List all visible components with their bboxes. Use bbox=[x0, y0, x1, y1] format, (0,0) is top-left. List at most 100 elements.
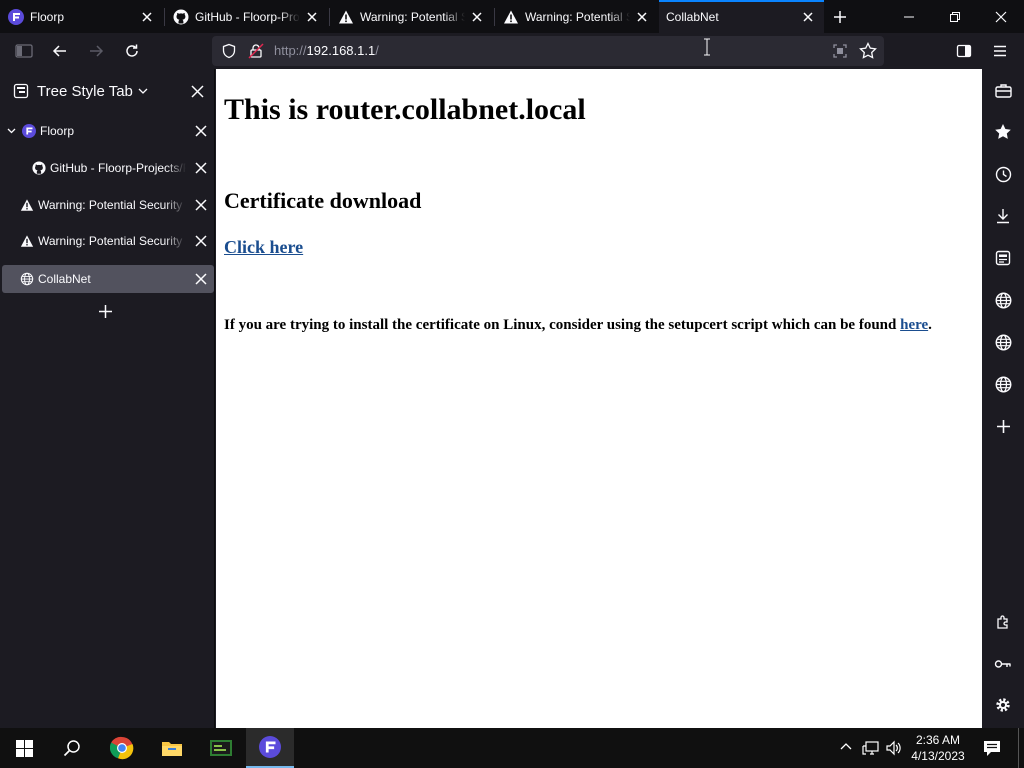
tree-item-floorp[interactable]: Floorp bbox=[2, 117, 214, 145]
sidebar-panel-button[interactable] bbox=[950, 37, 978, 65]
page-content: This is router.collabnet.local Certifica… bbox=[216, 69, 982, 728]
sidebar-icon bbox=[15, 44, 33, 58]
floorp-logo-icon bbox=[8, 8, 24, 25]
close-icon[interactable] bbox=[139, 9, 155, 25]
tree-style-tab-icon bbox=[13, 83, 29, 99]
notes-button[interactable] bbox=[993, 248, 1013, 268]
key-icon bbox=[994, 660, 1011, 668]
web-panel-2-button[interactable] bbox=[993, 332, 1013, 352]
tree-item-warning-1[interactable]: Warning: Potential Security Risk Ahead bbox=[2, 191, 214, 219]
extensions-button[interactable] bbox=[993, 612, 1013, 632]
url-bar[interactable]: http://192.168.1.1/ bbox=[212, 36, 884, 66]
tab-collabnet[interactable]: CollabNet bbox=[659, 0, 824, 33]
globe-icon bbox=[995, 292, 1011, 308]
url-text[interactable]: http://192.168.1.1/ bbox=[274, 43, 379, 58]
start-button[interactable] bbox=[0, 728, 48, 768]
network-icon[interactable] bbox=[862, 740, 880, 756]
sidebar-title[interactable]: Tree Style Tab bbox=[37, 83, 133, 100]
tree-item-collabnet[interactable]: CollabNet bbox=[2, 265, 214, 293]
floorp-taskbar-button[interactable] bbox=[246, 728, 294, 768]
tab-title: Warning: Potential Security Risk Ahead bbox=[360, 9, 465, 24]
tree-item-label: Floorp bbox=[40, 124, 75, 138]
tree-item-label: Warning: Potential Security Risk Ahead bbox=[38, 234, 186, 248]
clock-icon bbox=[995, 166, 1011, 182]
search-icon bbox=[63, 740, 80, 757]
floorp-logo-icon bbox=[22, 124, 36, 138]
reload-button[interactable] bbox=[118, 37, 146, 65]
app-menu-button[interactable] bbox=[986, 37, 1014, 65]
plus-icon bbox=[834, 10, 846, 23]
warning-icon bbox=[20, 235, 34, 247]
chrome-icon bbox=[110, 736, 134, 760]
close-icon[interactable] bbox=[190, 84, 205, 99]
globe-icon bbox=[995, 334, 1011, 350]
sidebar-panel-icon bbox=[956, 44, 972, 58]
forward-arrow-icon bbox=[90, 45, 104, 57]
history-button[interactable] bbox=[993, 164, 1013, 184]
tab-github[interactable]: GitHub - Floorp-Projects/Floorp bbox=[165, 0, 328, 33]
chrome-taskbar-button[interactable] bbox=[98, 728, 146, 768]
close-icon[interactable] bbox=[800, 9, 816, 25]
bookmarks-button[interactable] bbox=[993, 122, 1013, 142]
setupcert-script-link[interactable]: here bbox=[900, 317, 928, 333]
forward-button[interactable] bbox=[82, 37, 110, 65]
tab-warning-1[interactable]: Warning: Potential Security Risk Ahead bbox=[330, 0, 493, 33]
close-icon[interactable] bbox=[194, 272, 208, 286]
tab-strip: Floorp GitHub - Floorp-Projects/Floorp W… bbox=[0, 0, 1024, 33]
navigation-toolbar: http://192.168.1.1/ bbox=[0, 33, 1024, 69]
tree-item-warning-2[interactable]: Warning: Potential Security Risk Ahead bbox=[2, 227, 214, 255]
tab-floorp[interactable]: Floorp bbox=[0, 0, 163, 33]
settings-button[interactable] bbox=[993, 695, 1013, 715]
bookmark-star-icon[interactable] bbox=[859, 42, 877, 60]
tree-item-github[interactable]: GitHub - Floorp-Projects/Floorp bbox=[2, 154, 214, 182]
file-explorer-taskbar-button[interactable] bbox=[148, 728, 196, 768]
search-button[interactable] bbox=[48, 728, 96, 768]
star-icon bbox=[995, 124, 1011, 139]
system-clock[interactable]: 2:36 AM 4/13/2023 bbox=[906, 732, 970, 764]
sidebar-toggle-button[interactable] bbox=[10, 37, 38, 65]
passwords-button[interactable] bbox=[993, 654, 1013, 674]
toolbox-button[interactable] bbox=[993, 80, 1013, 100]
close-icon[interactable] bbox=[194, 124, 208, 138]
warning-icon bbox=[339, 10, 353, 23]
twisty-expanded-icon[interactable] bbox=[7, 127, 16, 135]
close-icon[interactable] bbox=[194, 234, 208, 248]
windows-taskbar: 2:36 AM 4/13/2023 bbox=[0, 728, 1024, 768]
notification-icon[interactable] bbox=[983, 740, 1001, 757]
restore-button[interactable] bbox=[932, 0, 978, 33]
show-desktop-divider[interactable] bbox=[1018, 728, 1019, 768]
close-icon[interactable] bbox=[469, 9, 485, 25]
close-window-button[interactable] bbox=[978, 0, 1024, 33]
close-icon[interactable] bbox=[304, 9, 320, 25]
tab-title: CollabNet bbox=[666, 9, 719, 24]
insecure-lock-icon[interactable] bbox=[248, 43, 264, 59]
terminal-taskbar-button[interactable] bbox=[197, 728, 245, 768]
reader-view-icon[interactable] bbox=[832, 43, 848, 59]
minimize-button[interactable] bbox=[886, 0, 932, 33]
close-icon[interactable] bbox=[634, 9, 650, 25]
floorp-logo-icon bbox=[259, 736, 281, 758]
chevron-up-icon[interactable] bbox=[840, 742, 852, 752]
certificate-download-link[interactable]: Click here bbox=[224, 237, 303, 258]
tree-item-label: Warning: Potential Security Risk Ahead bbox=[38, 198, 186, 212]
clock-date: 4/13/2023 bbox=[911, 749, 965, 763]
linux-note-text: If you are trying to install the certifi… bbox=[224, 317, 897, 333]
tab-title: GitHub - Floorp-Projects/Floorp bbox=[195, 9, 300, 24]
web-panel-1-button[interactable] bbox=[993, 290, 1013, 310]
terminal-icon bbox=[210, 740, 232, 756]
close-icon[interactable] bbox=[194, 161, 208, 175]
shield-icon[interactable] bbox=[221, 43, 237, 59]
downloads-button[interactable] bbox=[993, 206, 1013, 226]
certificate-heading: Certificate download bbox=[224, 188, 422, 213]
tab-warning-2[interactable]: Warning: Potential Security Risk Ahead bbox=[495, 0, 658, 33]
back-button[interactable] bbox=[46, 37, 74, 65]
notes-icon bbox=[995, 250, 1011, 266]
close-icon[interactable] bbox=[194, 198, 208, 212]
add-panel-button[interactable] bbox=[993, 416, 1013, 436]
new-tab-plus-icon[interactable] bbox=[98, 304, 113, 319]
volume-icon[interactable] bbox=[885, 740, 903, 756]
web-panel-3-button[interactable] bbox=[993, 374, 1013, 394]
new-tab-button[interactable] bbox=[826, 0, 854, 33]
linux-note-end: . bbox=[928, 317, 932, 333]
chevron-down-icon[interactable] bbox=[138, 87, 148, 95]
